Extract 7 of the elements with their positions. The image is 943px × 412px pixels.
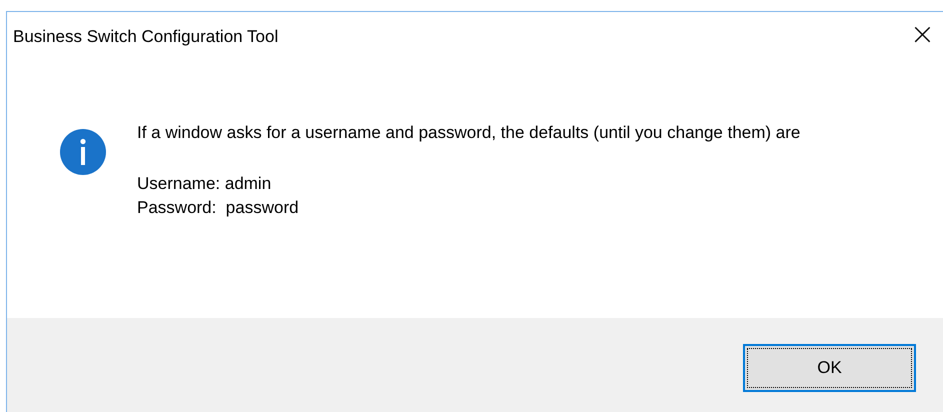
info-icon: [60, 129, 106, 175]
credential-text: Username: admin: [137, 173, 272, 195]
message-text: If a window asks for a username and password, the defaults (until you change them) are: [137, 122, 802, 144]
ok-button[interactable]: OK: [743, 344, 916, 392]
close-button[interactable]: ×: [902, 20, 943, 54]
window-title: Business Switch Configuration Tool: [13, 27, 278, 47]
credential-text: Password: password: [137, 197, 300, 219]
